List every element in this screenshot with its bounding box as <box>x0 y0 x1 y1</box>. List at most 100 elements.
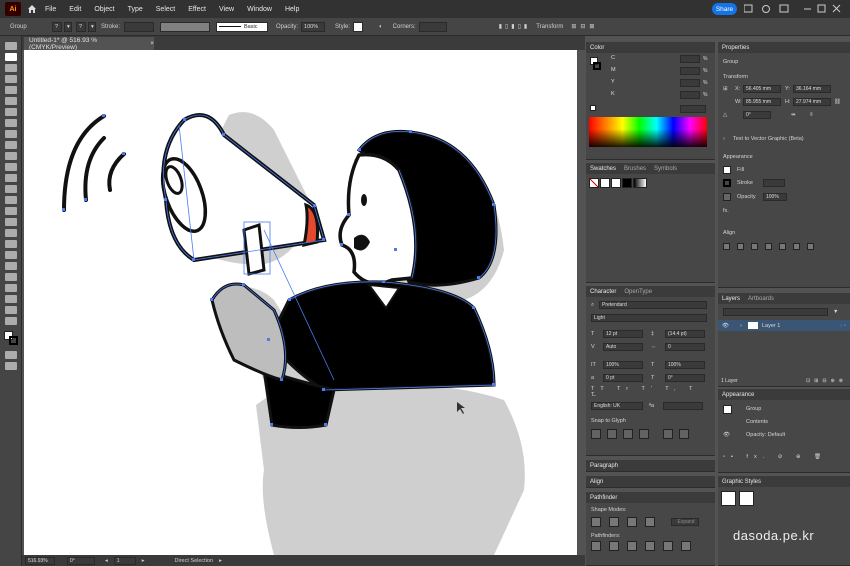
paintbrush-tool-icon[interactable] <box>4 97 17 105</box>
horizontal-scale-field[interactable]: 100% <box>665 361 705 369</box>
menu-select[interactable]: Select <box>151 6 180 13</box>
scale-tool-icon[interactable] <box>4 152 17 160</box>
align-panel[interactable]: Align <box>586 476 715 488</box>
graphic-style-swatch[interactable] <box>353 21 364 32</box>
flip-icons[interactable]: ⇹ ⇳ <box>791 112 820 118</box>
filter-icon[interactable]: ▼ <box>833 309 838 315</box>
m-value-field[interactable] <box>680 67 700 75</box>
snap-xheight-icon[interactable] <box>607 429 617 439</box>
stroke-weight-field[interactable] <box>124 21 155 32</box>
hand-tool-icon[interactable] <box>4 295 17 303</box>
pen-tool-icon[interactable] <box>4 64 17 72</box>
recolor-icon[interactable]: ◐ <box>379 24 383 30</box>
shaper-tool-icon[interactable] <box>4 119 17 127</box>
home-icon[interactable] <box>27 4 37 14</box>
stroke-weight-field[interactable] <box>763 179 785 187</box>
snap-anchor-icon[interactable] <box>679 429 689 439</box>
next-artboard-icon[interactable]: ▸ <box>142 558 145 564</box>
minus-back-icon[interactable] <box>681 541 691 551</box>
default-graphic-style[interactable] <box>721 491 736 506</box>
stroke-color-swatch[interactable] <box>8 336 18 345</box>
slice-tool-icon[interactable] <box>4 284 17 292</box>
maximize-icon[interactable] <box>817 4 826 13</box>
intersect-icon[interactable] <box>627 517 637 527</box>
baseline-shift-field[interactable]: 0 pt <box>603 374 643 382</box>
leading-field[interactable]: (14.4 pt) <box>665 330 705 338</box>
perspective-grid-tool-icon[interactable] <box>4 196 17 204</box>
menu-edit[interactable]: Edit <box>64 6 86 13</box>
eraser-tool-icon[interactable] <box>4 130 17 138</box>
tab-opentype[interactable]: OpenType <box>624 289 652 295</box>
y-value-field[interactable] <box>680 79 700 87</box>
symbol-sprayer-tool-icon[interactable] <box>4 251 17 259</box>
blend-tool-icon[interactable] <box>4 240 17 248</box>
crop-icon[interactable] <box>645 541 655 551</box>
artboard-tool-icon[interactable] <box>4 273 17 281</box>
free-transform-tool-icon[interactable] <box>4 174 17 182</box>
y-field[interactable]: 36.164 mm <box>793 85 831 93</box>
stroke-swatch-icon[interactable] <box>723 179 731 187</box>
anti-alias-field[interactable] <box>663 402 703 410</box>
close-tab-icon[interactable]: × <box>150 40 154 47</box>
tab-symbols[interactable]: Symbols <box>654 166 677 172</box>
fx-icon[interactable]: fx. <box>718 206 850 216</box>
snap-proximity-icon[interactable] <box>639 429 649 439</box>
menu-view[interactable]: View <box>214 6 239 13</box>
layer-name[interactable]: Layer 1 <box>762 323 780 329</box>
panel-icon[interactable] <box>779 4 789 13</box>
align-right-icon[interactable] <box>751 242 758 250</box>
menu-effect[interactable]: Effect <box>183 6 211 13</box>
align-vcenter-icon[interactable] <box>779 242 786 250</box>
swatch-black[interactable] <box>622 178 632 188</box>
align-icons[interactable]: ▮▯▮▯▮ <box>499 23 531 30</box>
type-tool-icon[interactable] <box>4 108 17 116</box>
fill-dropdown[interactable]: ▾ <box>64 21 72 32</box>
opacity-field[interactable]: 100% <box>301 21 326 32</box>
variable-width-profile[interactable] <box>160 21 211 32</box>
align-to-icon[interactable] <box>807 242 814 250</box>
menu-type[interactable]: Type <box>123 6 148 13</box>
color-stroke-swatch[interactable] <box>593 62 601 70</box>
rectangle-tool-icon[interactable] <box>4 86 17 94</box>
font-family-field[interactable]: Pretendard <box>599 301 707 309</box>
fill-swatch-icon[interactable] <box>723 166 731 174</box>
color-spectrum[interactable] <box>589 117 707 147</box>
font-style-field[interactable]: Light <box>591 314 707 322</box>
isolate-icons[interactable]: ⊞⊟⊠ <box>571 23 598 30</box>
k-value-field[interactable] <box>680 91 700 99</box>
shape-builder-tool-icon[interactable] <box>4 185 17 193</box>
appearance-contents[interactable]: Contents <box>718 417 850 427</box>
close-icon[interactable] <box>832 4 841 13</box>
stroke-dropdown[interactable]: ▾ <box>88 21 96 32</box>
eyedropper-tool-icon[interactable] <box>4 229 17 237</box>
artboard-canvas[interactable] <box>24 50 577 555</box>
paragraph-panel[interactable]: Paragraph <box>586 460 715 472</box>
layer-row[interactable]: 👁 › Layer 1 ○ ▪ <box>718 320 850 331</box>
appearance-opacity[interactable]: Opacity: Default <box>746 432 785 438</box>
stroke-swatch[interactable]: ? <box>76 21 86 32</box>
text-style-buttons[interactable]: TT Tr T' T, T T̶ <box>586 386 715 398</box>
unite-icon[interactable] <box>591 517 601 527</box>
c-value-field[interactable] <box>680 55 700 63</box>
rotation-field[interactable]: 0° <box>67 556 95 565</box>
outline-icon[interactable] <box>663 541 673 551</box>
search-icon[interactable] <box>762 5 770 13</box>
menu-window[interactable]: Window <box>242 6 277 13</box>
exclude-icon[interactable] <box>645 517 655 527</box>
menu-help[interactable]: Help <box>280 6 304 13</box>
expand-button[interactable]: Expand <box>671 518 699 526</box>
curvature-tool-icon[interactable] <box>4 75 17 83</box>
menu-file[interactable]: File <box>40 6 61 13</box>
tab-brushes[interactable]: Brushes <box>624 166 646 172</box>
fill-swatch[interactable]: ? <box>52 21 62 32</box>
selection-tool-icon[interactable] <box>4 42 17 50</box>
tab-character[interactable]: Character <box>590 289 616 295</box>
rotate-field[interactable]: 0° <box>743 111 771 119</box>
edit-toolbar-icon[interactable] <box>4 317 17 325</box>
visibility-icon[interactable]: 👁 <box>722 323 734 329</box>
tab-swatches[interactable]: Swatches <box>590 166 616 172</box>
language-field[interactable]: English: UK <box>591 402 643 410</box>
fill-stroke-widget[interactable] <box>3 331 18 345</box>
h-field[interactable]: 27.974 mm <box>793 98 831 106</box>
layers-search-field[interactable] <box>723 308 828 316</box>
